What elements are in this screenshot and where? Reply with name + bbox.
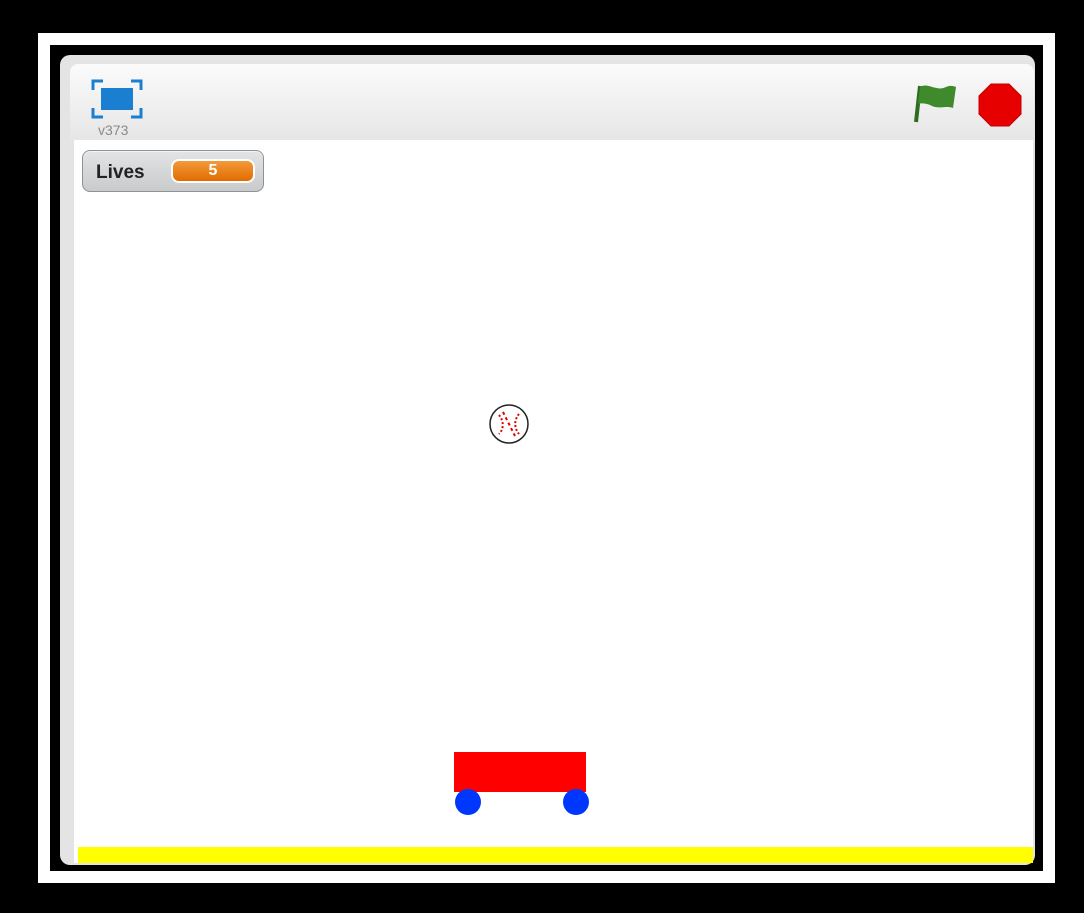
stage[interactable]: Lives 5 <box>74 140 1033 863</box>
stage-header <box>70 64 1034 140</box>
stop-sign-icon[interactable] <box>977 82 1023 128</box>
variable-name: Lives <box>96 162 145 183</box>
fullscreen-icon[interactable] <box>90 78 144 120</box>
version-label: v373 <box>98 122 129 138</box>
ground-sprite <box>78 847 1033 863</box>
variable-value: 5 <box>171 159 255 183</box>
green-flag-icon[interactable] <box>910 80 960 125</box>
baseball-sprite[interactable] <box>488 403 530 445</box>
variable-monitor-lives[interactable]: Lives 5 <box>82 150 264 192</box>
cart-sprite[interactable] <box>450 752 590 818</box>
